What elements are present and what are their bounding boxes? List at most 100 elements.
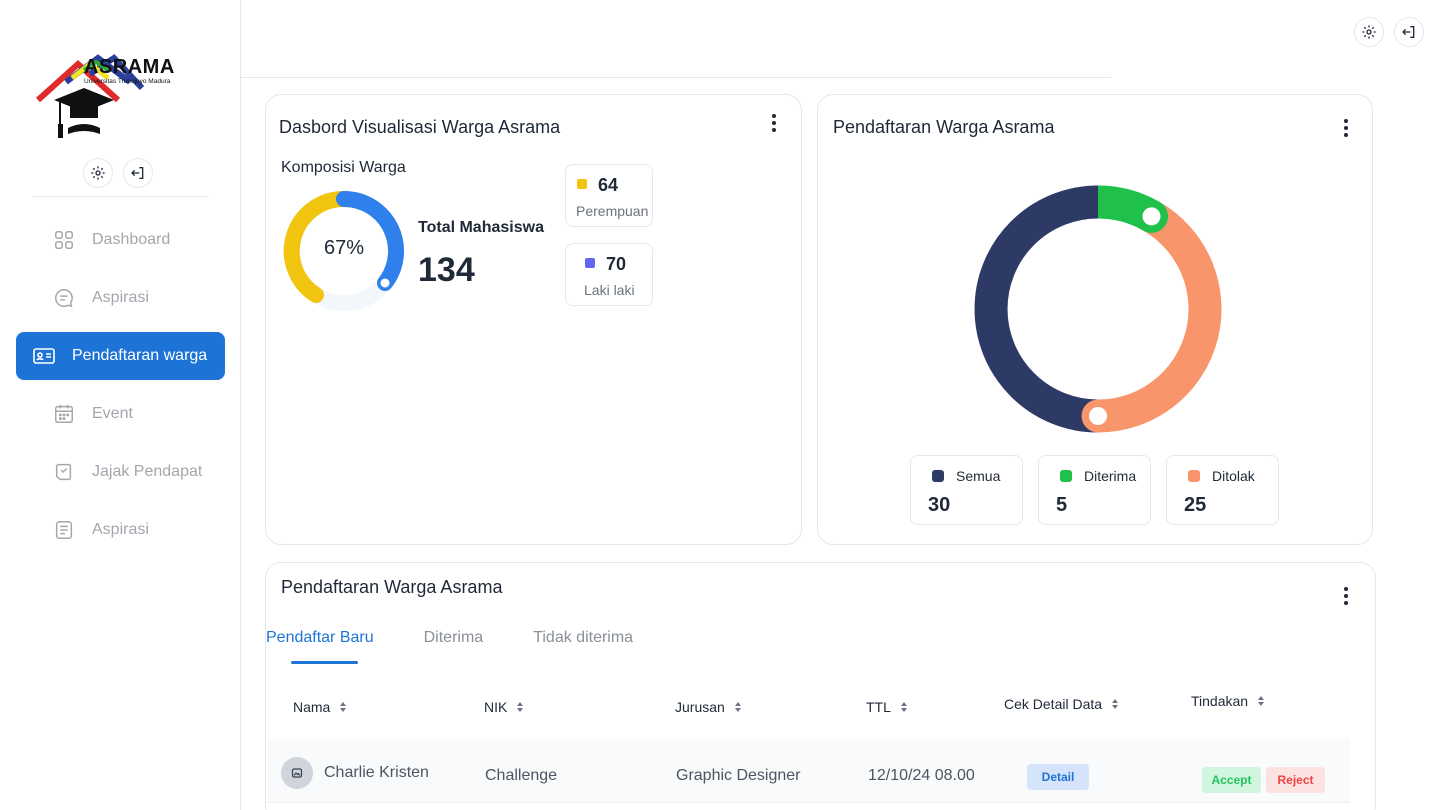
- header-actions: [1354, 17, 1424, 47]
- sidebar-item-label: Aspirasi: [92, 289, 149, 306]
- sidebar-item-label: Jajak Pendapat: [92, 463, 203, 480]
- sidebar-item-label: Event: [92, 405, 133, 422]
- komposisi-gauge: 67%: [282, 189, 406, 313]
- logo-subtitle: Universitas Trunojoyo Madura: [84, 78, 171, 85]
- sidebar-item-event[interactable]: Event: [16, 390, 225, 438]
- sort-icon: [1258, 696, 1265, 706]
- column-header-ttl[interactable]: TTL: [866, 699, 907, 715]
- sidebar-item-dashboard[interactable]: Dashboard: [16, 216, 225, 264]
- slice-ditolak: [1097, 202, 1222, 433]
- poll-icon: [52, 460, 76, 484]
- logout-button[interactable]: [123, 158, 153, 188]
- active-tab-indicator: [291, 661, 358, 664]
- column-label: Tindakan: [1191, 693, 1249, 709]
- column-label: TTL: [866, 699, 891, 715]
- logout-icon: [131, 167, 144, 179]
- pendaftaran-chart-title: Pendaftaran Warga Asrama: [833, 117, 1055, 137]
- pendaftaran-chart-card: Pendaftaran Warga Asrama Semua 30 Diteri…: [817, 94, 1373, 545]
- komposisi-percent: 67%: [323, 237, 365, 259]
- logout-icon: [1402, 26, 1415, 38]
- sidebar-item-jajak-pendapat[interactable]: Jajak Pendapat: [16, 448, 225, 496]
- slice-end-marker: [1142, 207, 1161, 226]
- total-mahasiswa-label: Total Mahasiswa: [418, 219, 544, 236]
- perempuan-label: Perempuan: [576, 203, 649, 219]
- legend-ditolak-value: 25: [1184, 494, 1207, 516]
- column-header-nama[interactable]: Nama: [293, 699, 347, 715]
- sidebar-item-pendaftaran-warga[interactable]: Pendaftaran warga: [16, 332, 225, 380]
- sort-icon: [340, 702, 347, 712]
- sidebar-item-label: Aspirasi: [92, 521, 149, 538]
- cell-ttl: 12/10/24 08.00: [868, 767, 975, 784]
- table-card-menu-button[interactable]: [1336, 584, 1356, 608]
- column-header-jurusan[interactable]: Jurusan: [675, 699, 741, 715]
- sidebar-item-label: Dashboard: [92, 231, 171, 248]
- sidebar-item-aspirasi[interactable]: Aspirasi: [16, 274, 225, 322]
- sort-icon: [517, 702, 524, 712]
- legend-semua-label: Semua: [956, 468, 1001, 484]
- legend-ditolak-dot: [1188, 470, 1200, 482]
- header-logout-button[interactable]: [1394, 17, 1424, 47]
- sidebar-divider: [32, 196, 209, 197]
- gear-icon: [91, 166, 105, 180]
- perempuan-stat: 64 Perempuan: [565, 164, 653, 227]
- visualisasi-card: Dasbord Visualisasi Warga Asrama Komposi…: [265, 94, 802, 545]
- sort-icon: [1112, 699, 1119, 709]
- perempuan-dot: [577, 179, 587, 189]
- sidebar-item-aspirasi-doc[interactable]: Aspirasi: [16, 506, 225, 554]
- column-header-tindakan[interactable]: Tindakan: [1191, 693, 1265, 709]
- tab-tidak-diterima[interactable]: Tidak diterima: [533, 629, 633, 647]
- legend-ditolak: Ditolak 25: [1166, 455, 1279, 525]
- laki-label: Laki laki: [584, 282, 635, 298]
- visualisasi-menu-button[interactable]: [764, 111, 784, 135]
- table-card-title: Pendaftaran Warga Asrama: [281, 577, 503, 597]
- column-header-nik[interactable]: NIK: [484, 699, 524, 715]
- settings-button[interactable]: [83, 158, 113, 188]
- tab-pendaftar-baru[interactable]: Pendaftar Baru: [266, 629, 374, 647]
- detail-button[interactable]: Detail: [1027, 764, 1089, 790]
- legend-diterima-label: Diterima: [1084, 468, 1137, 484]
- reject-button[interactable]: Reject: [1266, 767, 1325, 793]
- slice-semua: [974, 185, 1099, 433]
- chat-icon: [52, 286, 76, 310]
- document-icon: [52, 518, 76, 542]
- laki-stat: 70 Laki laki: [565, 243, 653, 306]
- pendaftaran-table-card: Pendaftaran Warga Asrama Pendaftar Baru …: [265, 562, 1376, 810]
- column-header-cek-detail[interactable]: Cek Detail Data: [1004, 696, 1119, 712]
- perempuan-value: 64: [598, 175, 619, 195]
- sidebar: ASRAMA Universitas Trunojoyo Madura Dash…: [0, 0, 241, 810]
- legend-semua: Semua 30: [910, 455, 1023, 525]
- komposisi-title: Komposisi Warga: [281, 159, 406, 176]
- column-label: NIK: [484, 699, 508, 715]
- tab-diterima[interactable]: Diterima: [424, 629, 484, 647]
- sort-icon: [734, 702, 741, 712]
- column-label: Cek Detail Data: [1004, 696, 1103, 712]
- legend-diterima-value: 5: [1056, 494, 1068, 516]
- pendaftaran-chart-menu-button[interactable]: [1336, 116, 1356, 140]
- column-label: Nama: [293, 699, 331, 715]
- app-root: ASRAMA Universitas Trunojoyo Madura Dash…: [0, 0, 1440, 810]
- sort-icon: [900, 702, 907, 712]
- laki-value: 70: [606, 254, 627, 274]
- avatar: [281, 757, 313, 789]
- cell-jurusan: Graphic Designer: [676, 767, 801, 784]
- slice-end-marker: [1089, 407, 1107, 425]
- grid-icon: [52, 228, 76, 252]
- cell-nama: Charlie Kristen: [324, 764, 429, 781]
- calendar-icon: [52, 402, 76, 426]
- logo-title: ASRAMA: [84, 56, 175, 78]
- sidebar-nav: Dashboard Aspirasi Pendaftaran warga Eve…: [16, 216, 225, 564]
- legend-diterima-dot: [1060, 470, 1072, 482]
- column-label: Jurusan: [675, 699, 725, 715]
- gear-icon: [1362, 25, 1376, 39]
- legend-semua-value: 30: [928, 494, 951, 516]
- header-settings-button[interactable]: [1354, 17, 1384, 47]
- legend-semua-dot: [932, 470, 944, 482]
- total-mahasiswa-value: 134: [418, 251, 475, 289]
- laki-dot: [585, 258, 595, 268]
- header-divider: [241, 77, 1111, 78]
- cell-nik: Challenge: [485, 767, 558, 784]
- registration-tabs: Pendaftar Baru Diterima Tidak diterima: [266, 629, 683, 647]
- sidebar-item-label: Pendaftaran warga: [72, 347, 208, 364]
- pendaftaran-donut: [974, 185, 1222, 433]
- accept-button[interactable]: Accept: [1202, 767, 1261, 793]
